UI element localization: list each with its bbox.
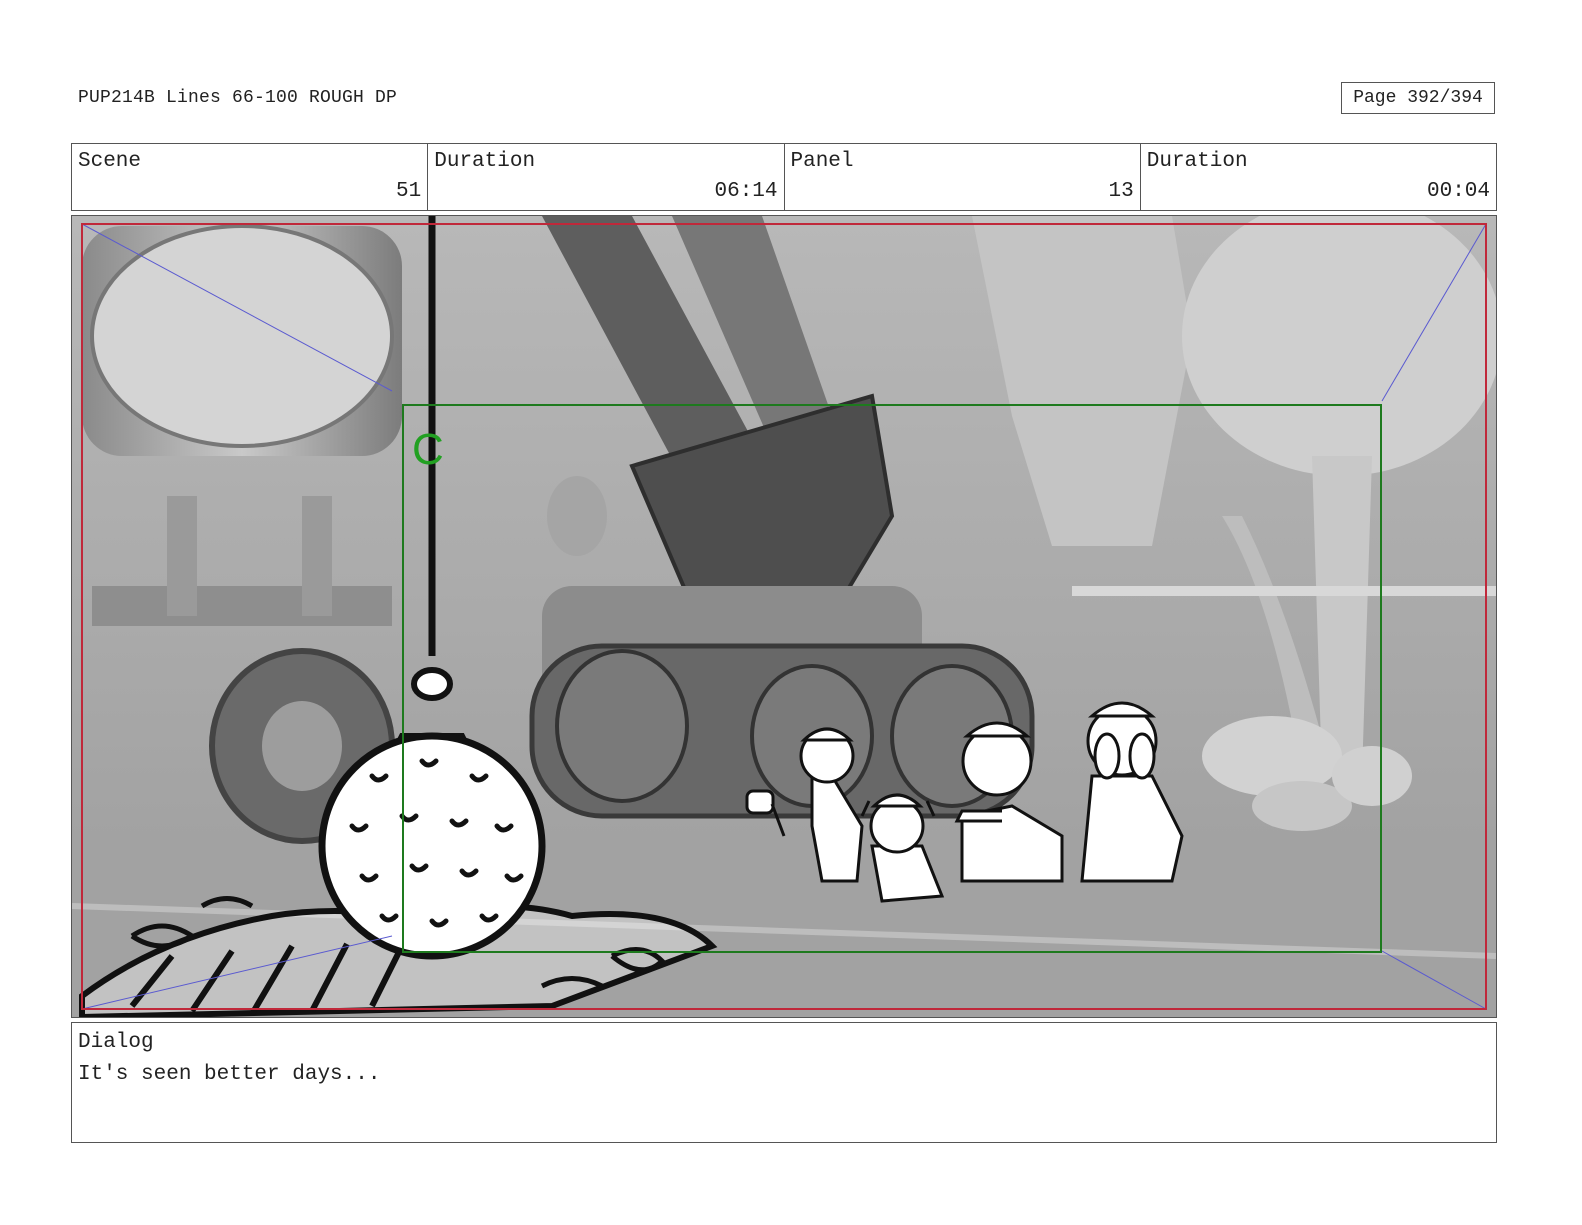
vehicle-support-1 [167,496,197,616]
scene-info-row: Scene 51 Duration 06:14 Panel 13 Duratio… [71,143,1497,211]
excavator-bone-decal [547,476,607,556]
page-number: Page 392/394 [1341,82,1495,114]
dialog-box: Dialog It's seen better days... [71,1022,1497,1143]
scene-number: 51 [396,180,422,203]
vehicle-tank-face [90,224,394,448]
background-rock-3 [1332,746,1412,806]
vehicle-support-2 [302,496,332,616]
vehicle-bumper [92,586,392,626]
vehicle-wheel-left-hub [262,701,342,791]
panel-duration-label: Duration [1146,150,1248,173]
panel-duration-value: 00:04 [1426,180,1490,203]
storyboard-panel: C [71,215,1497,1018]
background-rail [1072,586,1496,596]
camera-marker: C [412,425,444,474]
scene-duration-value: 06:14 [714,180,778,203]
panel-number: 13 [1108,180,1134,203]
scene-duration-label: Duration [434,150,536,173]
scene-label: Scene [78,150,142,173]
dialog-text: It's seen better days... [78,1063,381,1086]
panel-cell: Panel 13 [785,144,1141,210]
panel-label: Panel [790,150,854,173]
wrecking-ball-hook [411,667,453,701]
dialog-label: Dialog [78,1031,154,1054]
scene-duration-cell: Duration 06:14 [428,144,785,210]
panel-duration-cell: Duration 00:04 [1141,144,1496,210]
scene-cell: Scene 51 [72,144,429,210]
excavator-wheel-1 [555,649,689,803]
storyboard-title: PUP214B Lines 66-100 ROUGH DP [78,88,398,108]
panel-artwork: C [72,216,1496,1017]
